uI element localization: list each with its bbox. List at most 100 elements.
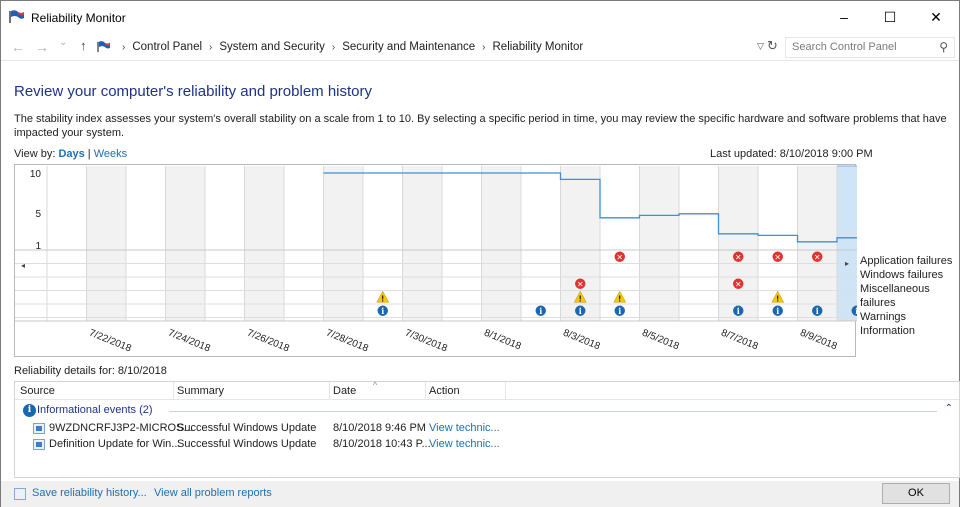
breadcrumb-system-and-security[interactable]: System and Security [219,41,324,53]
application-failure-icon-glyph: ✕ [616,253,623,262]
stability-chart-svg[interactable]: 10 5 1 ✕ ✕ ✕ ✕ ✕ ✕!!! ! i i i i i i i i 7/22/2018 7/24/2018… [15,165,857,358]
column-source[interactable]: Source [20,385,55,397]
chart-day-column [797,166,837,321]
address-dropdown-icon[interactable]: ▽ [757,41,764,52]
breadcrumb-separator-icon: › [482,41,486,53]
row-date: 8/10/2018 10:43 P... [333,438,431,450]
back-arrow-icon[interactable]: ← [11,39,25,55]
x-tick-label: 7/28/2018 [324,328,370,355]
breadcrumb-security-and-maintenance[interactable]: Security and Maintenance [342,41,475,53]
information-icon-glyph: i [737,306,740,316]
warning-icon-glyph: ! [618,294,621,303]
row-date: 8/10/2018 9:46 PM [333,422,426,434]
row-source: Definition Update for Win... [49,438,181,450]
page-description: The stability index assesses your system… [14,113,947,139]
breadcrumb-reliability-monitor[interactable]: Reliability Monitor [493,41,584,53]
information-icon-glyph: i [816,306,819,316]
y-tick-label: 5 [35,209,41,220]
chart-day-column [126,166,166,321]
y-tick-label: 1 [35,241,41,252]
legend-miscellaneous-failures: Miscellaneous failures [860,283,930,309]
informational-events-group[interactable]: i Informational events (2) ⌃ [17,403,957,419]
breadcrumb-separator-icon: › [122,41,126,53]
chart-scroll-left-icon[interactable]: ◂ [21,261,25,270]
chart-day-column [402,166,442,321]
chart-day-column [679,166,719,321]
legend-application-failures: Application failures [860,255,953,267]
breadcrumb-separator-icon: › [209,41,213,53]
group-divider [169,411,937,412]
view-technical-details-link[interactable]: View technic... [429,438,500,450]
view-by-label: View by: [14,148,56,160]
view-weeks-link[interactable]: Weeks [94,148,127,160]
search-icon[interactable]: ⚲ [939,40,948,54]
details-header-row: Source Summary Date Action ^ [15,380,959,400]
column-divider[interactable] [505,382,506,400]
maximize-button[interactable]: ☐ [867,1,913,33]
collapse-chevron-icon[interactable]: ⌃ [945,403,953,414]
chart-scroll-right-icon[interactable]: ▸ [845,259,849,268]
ok-button[interactable]: OK [882,483,950,504]
chart-day-column [639,166,679,321]
details-label: Reliability details for: 8/10/2018 [14,365,167,377]
view-by-selector: View by: Days | Weeks [14,148,127,160]
table-row[interactable]: 9WZDNCRFJ3P2-MICROS... Successful Window… [15,421,959,437]
column-date[interactable]: Date [333,385,356,397]
x-tick-label: 7/24/2018 [166,328,212,355]
chart-day-column [442,166,482,321]
breadcrumb-separator-icon: › [331,41,336,53]
sort-ascending-icon: ^ [373,380,378,390]
information-icon-glyph: i [381,306,384,316]
row-summary: Successful Windows Update [177,438,317,450]
address-bar: ← → ⌄ ↑ › Control Panel › System and Sec… [1,33,959,61]
information-icon: i [23,404,36,417]
search-input[interactable]: Search Control Panel ⚲ [785,37,955,58]
breadcrumb-control-panel[interactable]: Control Panel [132,41,202,53]
view-technical-details-link[interactable]: View technic... [429,422,500,434]
column-summary[interactable]: Summary [177,385,224,397]
column-action[interactable]: Action [429,385,460,397]
windows-update-icon [33,423,45,434]
row-source: 9WZDNCRFJ3P2-MICROS... [49,422,193,434]
information-icon-glyph: i [855,306,857,316]
selected-day-highlight [836,165,857,322]
chart-day-column [521,166,561,321]
column-divider[interactable] [329,382,330,400]
view-days-link[interactable]: Days [58,148,84,160]
view-all-reports-link[interactable]: View all problem reports [154,487,272,499]
application-failure-icon-glyph: ✕ [774,253,781,262]
chart-day-column [205,166,245,321]
minimize-button[interactable]: – [821,1,867,33]
x-tick-label: 7/26/2018 [245,328,291,355]
recent-locations-chevron-icon[interactable]: ⌄ [59,37,67,48]
details-table: Source Summary Date Action ^ i Informati… [14,380,960,478]
refresh-icon[interactable]: ↻ [767,38,778,54]
miscellaneous-failure-icon-glyph: ✕ [735,280,742,289]
up-arrow-icon[interactable]: ↑ [80,38,87,53]
application-failure-icon-glyph: ✕ [814,253,821,262]
chart-day-column [86,166,126,321]
save-icon [14,488,26,500]
forward-arrow-icon[interactable]: → [35,39,49,55]
legend-warnings: Warnings [860,311,907,323]
breadcrumb[interactable]: › Control Panel › System and Security › … [97,36,780,58]
footer-bar: Save reliability history... View all pro… [1,481,959,507]
legend-windows-failures: Windows failures [860,269,944,281]
search-placeholder: Search Control Panel [792,41,897,53]
stability-chart[interactable]: 10 5 1 ✕ ✕ ✕ ✕ ✕ ✕!!!! i i i i i i i i 7/22/2018 7/24/2018… [14,164,857,358]
last-updated-text: Last updated: 8/10/2018 9:00 PM [710,148,873,160]
miscellaneous-failure-icon-glyph: ✕ [577,280,584,289]
reliability-flag-icon [97,41,110,53]
chart-day-column [284,166,324,321]
table-row[interactable]: Definition Update for Win... Successful … [15,437,959,453]
x-tick-label: 7/22/2018 [87,328,133,355]
x-tick-label: 8/1/2018 [482,328,523,353]
x-tick-label: 8/5/2018 [640,328,681,353]
x-tick-label: 7/30/2018 [403,328,449,355]
column-divider[interactable] [425,382,426,400]
close-button[interactable]: ✕ [913,1,959,33]
save-history-link[interactable]: Save reliability history... [32,487,147,499]
column-divider[interactable] [173,382,174,400]
x-tick-label: 8/3/2018 [561,328,602,353]
chart-day-column [323,166,363,321]
